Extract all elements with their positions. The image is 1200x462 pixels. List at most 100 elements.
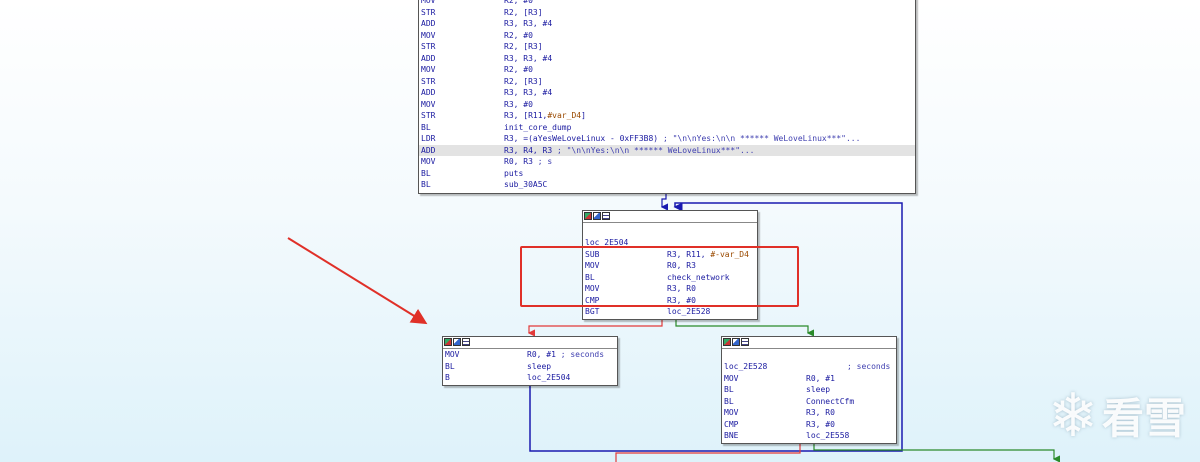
instruction-row[interactable]: MOV R0, #1 <box>722 373 896 385</box>
instruction-mnemonic: STR <box>421 111 436 120</box>
instruction-operands: ConnectCfm <box>806 396 855 406</box>
instruction-row[interactable]: BL sleep <box>443 361 617 373</box>
instruction-mnemonic: MOV <box>421 99 436 109</box>
graph-edit-icon[interactable] <box>453 338 461 346</box>
instruction-mnemonic: ADD <box>421 53 436 63</box>
instruction-operands: R3, R3, #4 <box>504 19 553 28</box>
instruction-mnemonic: STR <box>421 76 436 86</box>
instruction-row[interactable]: STR R2, [R3] <box>419 41 915 53</box>
instruction-operands: init_core_dump <box>504 122 572 132</box>
instruction-operands: R2, [R3] <box>504 7 543 17</box>
block-label[interactable]: loc_2E528 <box>724 362 767 371</box>
code-block-connect-rows: MOV R0, #1 BL sleep BL ConnectCfm MOV R3, R0 CMP… <box>722 373 896 442</box>
instruction-row[interactable]: Bloc_2E504 <box>443 372 617 384</box>
instruction-row[interactable]: BL sub_30A5C <box>419 179 915 191</box>
instruction-mnemonic: MOV <box>724 373 739 383</box>
edge-bottom-red <box>615 442 801 462</box>
block-label-row: loc_2E528 ; seconds <box>722 361 896 373</box>
instruction-operands: loc_2E528 <box>667 307 711 316</box>
code-block-sleep[interactable]: MOV R0, #1 ; seconds BL sleep Bloc_2E504 <box>442 336 618 386</box>
instruction-mnemonic: ADD <box>421 145 436 155</box>
snowflake-icon: ❄ <box>1047 380 1098 451</box>
instruction-row[interactable]: STR R2, [R3] <box>419 76 915 88</box>
instruction-row[interactable]: ADD R3, R3, #4 <box>419 18 915 30</box>
instruction-mnemonic: MOV <box>421 30 436 40</box>
instruction-mnemonic: BGT <box>585 307 600 316</box>
instruction-row[interactable]: ADD R3, R4, R3 ; "\n\nYes:\n\n ****** WeL… <box>419 144 915 156</box>
instruction-row[interactable]: MOV R0, #1 ; seconds <box>443 349 617 361</box>
instruction-row[interactable]: MOV R3, R0 <box>722 407 896 419</box>
instruction-row[interactable]: ADD R3, R3, #4 <box>419 53 915 65</box>
instruction-mnemonic: STR <box>421 7 436 17</box>
instruction-mnemonic: MOV <box>421 157 436 166</box>
instruction-row[interactable]: ADD R3, R3, #4 <box>419 87 915 99</box>
instruction-operands: R3, R3, #4 <box>504 53 553 63</box>
instruction-row[interactable]: BNE loc_2E558 <box>722 430 896 442</box>
instruction-mnemonic: MOV <box>724 408 739 417</box>
block-header <box>722 337 896 349</box>
graph-color-icon[interactable] <box>723 338 731 346</box>
instruction-mnemonic: MOV <box>445 350 460 359</box>
code-block-top-rows: MOV R2, #0 STR R2, [R3] ADD R3, R3, #4 MOV R2, … <box>419 0 915 191</box>
instruction-operands: R0, #1 ; seconds <box>527 350 605 359</box>
instruction-row[interactable]: MOV R2, #0 <box>419 64 915 76</box>
watermark: ❄ 看雪 <box>1048 385 1186 446</box>
instruction-operands: R2, [R3] <box>504 76 543 86</box>
label-comment: ; seconds <box>847 362 891 371</box>
instruction-operands: R3, R3, #4 <box>504 88 553 97</box>
instruction-mnemonic: CMP <box>724 419 739 429</box>
instruction-row[interactable]: MOV R0, R3 ; s <box>419 156 915 168</box>
instruction-mnemonic: BL <box>421 168 431 178</box>
instruction-operands: R3, [R11,#var_D4] <box>504 111 586 120</box>
graph-edit-icon[interactable] <box>593 212 601 220</box>
instruction-row[interactable]: MOV R2, #0 <box>419 30 915 42</box>
code-block-top[interactable]: MOV R2, #0 STR R2, [R3] ADD R3, R3, #4 MOV R2, … <box>418 0 916 194</box>
instruction-row[interactable]: STR R2, [R3] <box>419 7 915 19</box>
edge-bottom-green <box>813 442 1060 462</box>
code-block-loc-2e528[interactable]: loc_2E528 ; seconds MOV R0, #1 BL sleep BL Co… <box>721 336 897 444</box>
watermark-text: 看雪 <box>1101 394 1186 443</box>
instruction-row[interactable]: BL ConnectCfm <box>722 396 896 408</box>
instruction-operands: R3, R4, R3 ; "\n\nYes:\n\n ****** WeLove… <box>504 145 755 155</box>
block-header <box>443 337 617 349</box>
instruction-operands: puts <box>504 168 524 178</box>
instruction-row[interactable]: BL sleep <box>722 384 896 396</box>
instruction-operands: loc_2E558 <box>806 431 850 440</box>
instruction-operands: R3, #0 <box>504 99 533 109</box>
instruction-row[interactable]: MOV R3, #0 <box>419 99 915 111</box>
instruction-mnemonic: BL <box>724 385 734 394</box>
instruction-operands: R3, #0 <box>806 419 835 429</box>
instruction-mnemonic: BNE <box>724 431 739 440</box>
instruction-row[interactable]: STR R3, [R11,#var_D4] <box>419 110 915 122</box>
graph-edit-icon[interactable] <box>732 338 740 346</box>
edge-top-to-loop <box>660 192 668 211</box>
instruction-mnemonic: MOV <box>421 65 436 74</box>
instruction-operands: R2, #0 <box>504 30 533 40</box>
instruction-mnemonic: BL <box>421 122 431 132</box>
instruction-operands: R2, #0 <box>504 65 533 74</box>
instruction-operands: R0, #1 <box>806 373 835 383</box>
instruction-row[interactable]: LDR R3, =(aYesWeLoveLinux - 0xFF3B8) ; "\… <box>419 133 915 145</box>
instruction-row[interactable]: BL init_core_dump <box>419 122 915 134</box>
instruction-row[interactable]: CMP R3, #0 <box>722 419 896 431</box>
annotation-arrow <box>287 237 428 325</box>
code-block-sleep-rows: MOV R0, #1 ; seconds BL sleep Bloc_2E504 <box>443 349 617 384</box>
graph-color-icon[interactable] <box>444 338 452 346</box>
annotation-highlight-box <box>520 246 799 307</box>
instruction-mnemonic: ADD <box>421 19 436 28</box>
instruction-mnemonic: BL <box>724 396 734 406</box>
instruction-operands: sleep <box>527 361 552 371</box>
instruction-operands: R2, [R3] <box>504 42 543 51</box>
instruction-operands: R3, R0 <box>806 408 835 417</box>
instruction-mnemonic: BL <box>445 361 455 371</box>
graph-color-icon[interactable] <box>584 212 592 220</box>
instruction-operands: sleep <box>806 385 831 394</box>
instruction-row[interactable]: BGT loc_2E528 <box>583 306 757 318</box>
graph-list-icon[interactable] <box>741 338 749 346</box>
instruction-mnemonic: B <box>445 373 450 382</box>
instruction-row[interactable]: BL puts <box>419 168 915 180</box>
block-header <box>583 211 757 223</box>
graph-list-icon[interactable] <box>462 338 470 346</box>
graph-list-icon[interactable] <box>602 212 610 220</box>
instruction-mnemonic: ADD <box>421 88 436 97</box>
